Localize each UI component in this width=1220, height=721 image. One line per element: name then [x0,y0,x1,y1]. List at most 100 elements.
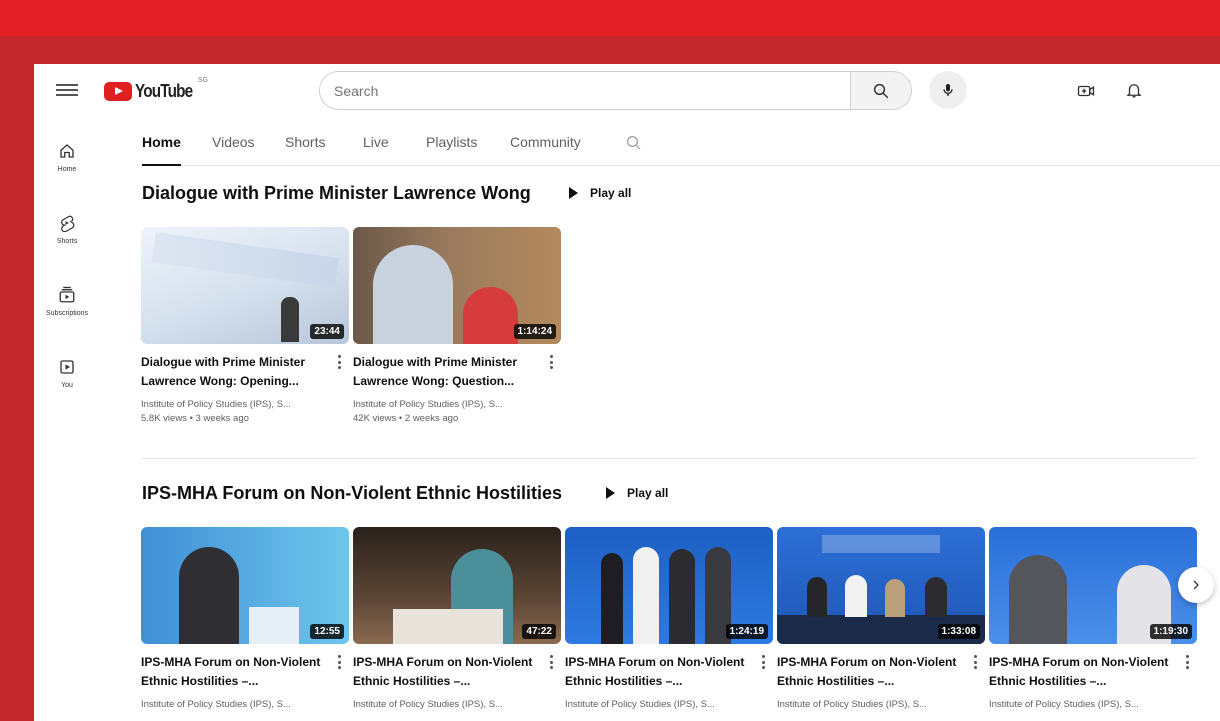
subscriptions-icon [59,286,75,303]
play-all-button[interactable]: Play all [606,486,668,500]
search-icon [873,83,889,98]
more-options-icon[interactable] [757,652,769,672]
video-duration: 1:14:24 [513,324,556,339]
home-icon [60,144,74,158]
video-duration: 23:44 [310,324,344,339]
thumbnail-panel-figure [845,575,867,617]
sidebar-item-subscriptions[interactable]: Subscriptions [34,280,100,340]
hamburger-menu-icon[interactable] [56,81,78,101]
sidebar-item-home[interactable]: Home [34,136,100,196]
thumbnail-speaker-figure [281,297,299,342]
search-box[interactable] [319,71,851,110]
tab-playlists[interactable]: Playlists [426,134,477,166]
shorts-icon [61,215,75,232]
section-title-dialogue: Dialogue with Prime Minister Lawrence Wo… [142,183,531,203]
channel-tabs: Home Videos Shorts Live Playlists Commun… [142,134,1220,166]
search-button[interactable] [850,71,912,110]
sidebar-item-shorts[interactable]: Shorts [34,208,100,268]
more-options-icon[interactable] [333,652,345,672]
video-card[interactable]: 1:33:08 IPS-MHA Forum on Non-Violent Eth… [777,527,985,710]
logo-region: SG [198,77,209,84]
video-duration: 12:55 [310,624,344,639]
video-card[interactable]: 1:19:30 IPS-MHA Forum on Non-Violent Eth… [989,527,1197,710]
search-icon [627,136,641,150]
thumbnail-speaker-figure [179,547,239,644]
video-thumbnail[interactable]: 1:14:24 [353,227,561,344]
tab-shorts[interactable]: Shorts [285,134,325,166]
video-card[interactable]: 1:14:24 Dialogue with Prime Minister Law… [353,227,561,424]
video-duration: 1:33:08 [937,624,980,639]
video-title[interactable]: IPS-MHA Forum on Non-Violent Ethnic Host… [565,653,747,691]
thumbnail-podium [393,609,503,644]
more-options-icon[interactable] [545,352,557,372]
video-thumbnail[interactable]: 47:22 [353,527,561,644]
youtube-logo[interactable]: YouTube SG [104,77,208,102]
video-thumbnail[interactable]: 12:55 [141,527,349,644]
channel-name[interactable]: Institute of Policy Studies (IPS), S... [353,699,543,710]
play-all-button[interactable]: Play all [569,186,631,200]
tab-live[interactable]: Live [363,134,389,166]
more-options-icon[interactable] [545,652,557,672]
video-meta: 42K views • 2 weeks ago [353,413,459,424]
more-options-icon[interactable] [333,352,345,372]
channel-name[interactable]: Institute of Policy Studies (IPS), S... [353,399,543,410]
video-thumbnail[interactable]: 1:24:19 [565,527,773,644]
shelf-next-button[interactable] [1178,567,1214,603]
thumbnail-speaker-figure [373,245,453,344]
youtube-window: YouTube SG Home Shorts Subscri [34,64,1220,721]
thumbnail-panel-figure [601,553,623,644]
sidebar-label-shorts: Shorts [56,238,78,245]
play-all-label: Play all [590,186,632,200]
channel-name[interactable]: Institute of Policy Studies (IPS), S... [141,699,331,710]
voice-search-button[interactable] [929,71,967,109]
tab-home[interactable]: Home [142,134,181,166]
notifications-button[interactable] [1122,78,1146,102]
channel-search-button[interactable] [625,134,643,157]
video-thumbnail[interactable]: 1:33:08 [777,527,985,644]
video-card[interactable]: 12:55 IPS-MHA Forum on Non-Violent Ethni… [141,527,349,710]
play-icon [569,187,578,199]
tab-community[interactable]: Community [510,134,581,166]
you-icon [60,360,74,374]
video-title[interactable]: IPS-MHA Forum on Non-Violent Ethnic Host… [777,653,959,691]
video-title[interactable]: IPS-MHA Forum on Non-Violent Ethnic Host… [141,653,323,691]
video-thumbnail[interactable]: 1:19:30 [989,527,1197,644]
thumbnail-panel-figure [925,577,947,617]
thumbnail-podium [249,607,299,644]
play-icon [606,487,615,499]
video-title[interactable]: Dialogue with Prime Minister Lawrence Wo… [141,353,323,391]
video-title[interactable]: IPS-MHA Forum on Non-Violent Ethnic Host… [353,653,535,691]
video-duration: 47:22 [522,624,556,639]
channel-name[interactable]: Institute of Policy Studies (IPS), S... [989,699,1179,710]
video-meta: 5.8K views • 3 weeks ago [141,413,249,424]
channel-name[interactable]: Institute of Policy Studies (IPS), S... [777,699,967,710]
play-all-label: Play all [627,486,669,500]
video-duration: 1:24:19 [725,624,768,639]
thumbnail-banner-graphic [822,535,940,553]
top-banner [0,0,1220,36]
video-title[interactable]: IPS-MHA Forum on Non-Violent Ethnic Host… [989,653,1171,691]
video-card[interactable]: 47:22 IPS-MHA Forum on Non-Violent Ethni… [353,527,561,710]
channel-name[interactable]: Institute of Policy Studies (IPS), S... [565,699,755,710]
video-title[interactable]: Dialogue with Prime Minister Lawrence Wo… [353,353,535,391]
video-duration: 1:19:30 [1149,624,1192,639]
thumbnail-panel-figure [885,579,905,617]
video-thumbnail[interactable]: 23:44 [141,227,349,344]
video-card[interactable]: 1:24:19 IPS-MHA Forum on Non-Violent Eth… [565,527,773,710]
channel-name[interactable]: Institute of Policy Studies (IPS), S... [141,399,331,410]
sidebar-label-you: You [61,382,73,389]
sidebar-label-subscriptions: Subscriptions [45,310,89,317]
create-button[interactable] [1074,79,1098,103]
bell-icon [1126,84,1142,98]
chevron-right-icon [1193,580,1199,590]
thumbnail-panel-figure [633,547,659,644]
sidebar-label-home: Home [57,166,77,173]
video-card[interactable]: 23:44 Dialogue with Prime Minister Lawre… [141,227,349,424]
more-options-icon[interactable] [1181,652,1193,672]
search-input[interactable] [334,82,836,99]
more-options-icon[interactable] [969,652,981,672]
sidebar-item-you[interactable]: You [34,352,100,412]
thumbnail-panel-figure [669,549,695,644]
tab-videos[interactable]: Videos [212,134,255,166]
section-title-ips-mha-forum: IPS-MHA Forum on Non-Violent Ethnic Host… [142,483,563,503]
